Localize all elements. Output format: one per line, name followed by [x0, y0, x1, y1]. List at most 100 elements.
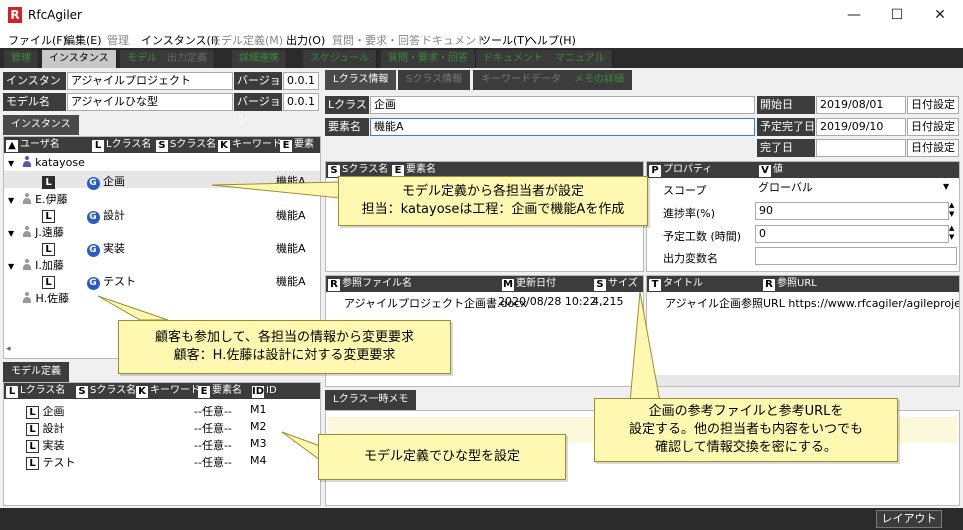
menu-admin[interactable]: 管理: [107, 32, 129, 48]
tab-keyword-data[interactable]: キーワードデータ: [473, 70, 569, 90]
menu-edit[interactable]: 編集(E): [64, 32, 102, 48]
progress-spinner[interactable]: 90: [755, 202, 949, 220]
output-variable-field[interactable]: [755, 247, 957, 265]
menu-file[interactable]: ファイル(F): [8, 32, 67, 48]
keyword-col-label: キーワード: [232, 139, 282, 150]
toolbar-tab-output[interactable]: 出力定義: [160, 50, 215, 68]
tree-item-lclass: 設計: [103, 209, 125, 222]
spinner-arrows-icon[interactable]: ▲ ▼: [949, 201, 954, 219]
properties-panel: P プロパティ V値 スコープ グローバル ▼ 進捗率(%) 90 ▲ ▼ 予定工数…: [646, 161, 960, 272]
lclass-name-label: Lクラス名: [325, 96, 369, 129]
menu-instance[interactable]: インスタンス(I): [141, 32, 218, 48]
toolbar-tab-qa[interactable]: 質問・要求・回答: [381, 50, 476, 68]
model-row[interactable]: L 実装: [26, 437, 65, 453]
status-bar: レイアウト: [0, 508, 963, 530]
tab-model-definition[interactable]: モデル定義: [3, 362, 69, 382]
tree-item[interactable]: L G 企画: [42, 173, 125, 190]
expand-icon[interactable]: ▼: [8, 229, 14, 238]
tab-instance[interactable]: インスタンス: [3, 115, 79, 135]
due-date-set-button[interactable]: 日付設定: [907, 118, 959, 136]
toolbar-tab-instance[interactable]: インスタンス: [42, 50, 117, 68]
tree-item[interactable]: L G 実装: [42, 240, 125, 257]
chevron-down-icon[interactable]: ▼: [943, 182, 949, 191]
menu-tools[interactable]: ツール(T): [480, 32, 528, 48]
maximize-button[interactable]: ☐: [874, 0, 920, 30]
tree-user-endo[interactable]: ▼ J.遠藤: [8, 224, 64, 240]
model-row-lclass: 実装: [42, 439, 65, 452]
tree-user-ito[interactable]: ▼ E.伊藤: [8, 191, 68, 207]
tab-lclass-memo[interactable]: Lクラス一時メモ: [325, 390, 417, 410]
toolbar-tab-model[interactable]: モデル: [120, 50, 165, 68]
url-link[interactable]: https://www.rfcagiler/agileproject.htm: [788, 297, 959, 310]
callout-line: 担当：katayoseは工程：企画で機能Aを作成: [361, 202, 625, 217]
tree-item-element: 機能A: [276, 209, 306, 222]
menu-output[interactable]: 出力(O): [286, 32, 325, 48]
minimize-button[interactable]: —: [831, 0, 877, 30]
model-row[interactable]: L テスト: [26, 454, 76, 470]
instance-version-field[interactable]: 0.0.1: [283, 72, 319, 90]
url-col-icon: R: [763, 279, 775, 291]
scroll-left-icon[interactable]: ◂: [6, 344, 11, 354]
model-row-id: M1: [250, 403, 267, 416]
model-version-field[interactable]: 0.0.1: [283, 93, 319, 111]
spinner-arrows-icon[interactable]: ▲ ▼: [949, 224, 954, 242]
menu-help[interactable]: ヘルプ(H): [526, 32, 576, 48]
expand-icon[interactable]: ▼: [8, 196, 14, 205]
sclass-col-label: Sクラス名: [90, 385, 137, 396]
callout-model-assignment: モデル定義から各担当者が設定 担当：katayoseは工程：企画で機能Aを作成: [338, 176, 648, 226]
model-row-id: M2: [250, 420, 267, 433]
expand-icon[interactable]: ▼: [8, 159, 14, 168]
start-date-field[interactable]: 2019/08/01: [816, 96, 906, 114]
instance-name-field[interactable]: アジャイルプロジェクト: [67, 72, 233, 90]
done-date-field[interactable]: [816, 139, 906, 157]
toolbar-tab-docs[interactable]: ドキュメント: [476, 50, 551, 68]
due-date-field[interactable]: 2019/09/10: [816, 118, 906, 136]
layout-button[interactable]: レイアウト: [876, 510, 942, 528]
tree-user-kato[interactable]: ▼ I.加藤: [8, 257, 64, 273]
done-date-set-button[interactable]: 日付設定: [907, 139, 959, 157]
callout-change-request: 顧客も参加して、各担当の情報から変更要求 顧客：H.佐藤は設計に対する変更要求: [118, 320, 451, 374]
element-name-field[interactable]: 機能A: [370, 118, 755, 136]
l-class-icon: L: [42, 176, 55, 189]
toolbar-tab-schedule[interactable]: スケジュール: [303, 50, 378, 68]
tree-item-element: 機能A: [276, 242, 306, 255]
url-row[interactable]: アジャイル企画参照URL https://www.rfcagiler/agile…: [665, 295, 959, 311]
l-class-icon: L: [26, 457, 39, 470]
expand-icon[interactable]: ▼: [8, 262, 14, 271]
due-date-label: 予定完了日: [757, 118, 815, 136]
tab-lclass-info[interactable]: Lクラス情報: [325, 70, 397, 90]
tree-user-sato[interactable]: H.佐藤: [22, 290, 69, 306]
toolbar-tab-link[interactable]: 詳細連携: [232, 50, 287, 68]
reference-urls-panel: T タイトル R 参照URL アジャイル企画参照URL https://www.rf…: [646, 275, 960, 387]
tree-user-katayose[interactable]: ▼ katayose: [8, 156, 85, 169]
element-col-icon: E: [280, 140, 292, 152]
tab-sclass-info[interactable]: Sクラス情報: [398, 70, 471, 90]
menu-bar: ファイル(F) 編集(E) 管理 インスタンス(I) モデル定義(M) 出力(O…: [0, 30, 963, 48]
element-col-icon: E: [198, 386, 210, 398]
id-col-icon: ID: [252, 386, 265, 398]
toolbar-tab-manual[interactable]: マニュアル: [548, 50, 613, 68]
model-row[interactable]: L 企画: [26, 403, 65, 419]
model-row-lclass: 設計: [42, 422, 65, 435]
model-name-field[interactable]: アジャイルひな型: [67, 93, 233, 111]
model-row-lclass: 企画: [42, 405, 65, 418]
toolbar-tab-admin[interactable]: 管理: [4, 50, 39, 68]
menu-qa[interactable]: 質問・要求・回答: [332, 32, 420, 48]
model-row[interactable]: L 設計: [26, 420, 65, 436]
tab-memo-detail[interactable]: メモの詳細: [566, 70, 632, 90]
user-icon: [22, 292, 32, 303]
tree-item[interactable]: L G 設計: [42, 207, 125, 224]
prop-name: 予定工数 (時間): [663, 230, 742, 243]
urls-header: T タイトル R 参照URL: [647, 276, 959, 292]
menu-model[interactable]: モデル定義(M): [210, 32, 283, 48]
start-date-set-button[interactable]: 日付設定: [907, 96, 959, 114]
files-header: R 参照ファイル名 M 更新日付 S サイズ: [326, 276, 643, 292]
l-class-icon: L: [26, 440, 39, 453]
close-button[interactable]: ✕: [917, 0, 963, 30]
menu-docs[interactable]: ドキュメント: [421, 32, 487, 48]
tree-item[interactable]: L G テスト: [42, 273, 136, 290]
lclass-name-field[interactable]: 企画: [370, 96, 755, 114]
scope-select[interactable]: グローバル: [755, 180, 957, 198]
horizontal-scrollbar[interactable]: [647, 375, 959, 386]
effort-spinner[interactable]: 0: [755, 225, 949, 243]
